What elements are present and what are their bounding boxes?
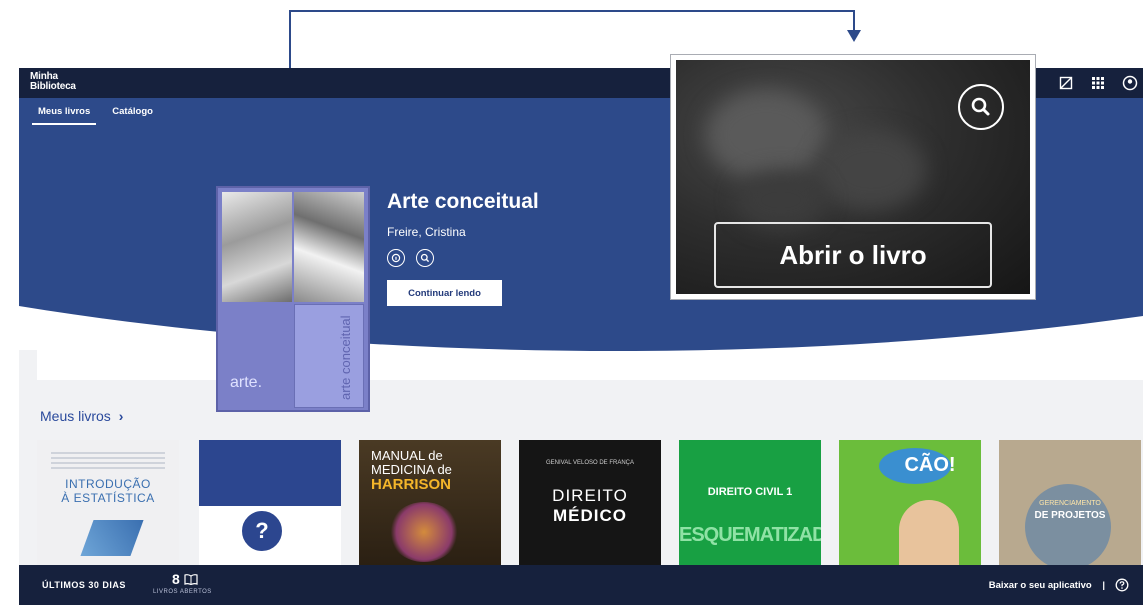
book-thumb-estatistica[interactable]: INTRODUÇÃO À ESTATÍSTICA bbox=[37, 440, 179, 568]
blur-blob bbox=[816, 130, 926, 210]
question-mark-icon: ? bbox=[239, 508, 285, 554]
annotation-arrow-vertical-right bbox=[853, 10, 855, 32]
featured-book-cover[interactable]: arte conceitual arte. bbox=[216, 186, 370, 412]
search-icon bbox=[420, 253, 430, 263]
download-app-link[interactable]: Baixar o seu aplicativo | bbox=[989, 580, 1105, 591]
callout-dark-cover: Abrir o livro bbox=[676, 60, 1030, 294]
thumb-title-line-2: ESQUEMATIZADO bbox=[679, 524, 821, 546]
thumb-placeholder-band bbox=[199, 440, 341, 506]
continue-reading-button[interactable]: Continuar lendo bbox=[387, 280, 502, 306]
book-thumb-harrison[interactable]: MANUAL de MEDICINA de HARRISON bbox=[359, 440, 501, 568]
zoom-callout: Abrir o livro bbox=[670, 54, 1036, 300]
thumb-title-line-1: DIREITO CIVIL 1 bbox=[707, 486, 793, 498]
app-logo[interactable]: Minha Biblioteca bbox=[30, 72, 76, 92]
books-opened-label: LIVROS ABERTOS bbox=[153, 589, 212, 595]
period-label: ÚLTIMOS 30 DIAS bbox=[42, 580, 126, 590]
blur-blob bbox=[706, 90, 826, 180]
help-icon[interactable] bbox=[1115, 578, 1129, 592]
thumb-title-line-2: À ESTATÍSTICA bbox=[61, 491, 155, 505]
thumb-title-line-2: MEDICINA de bbox=[371, 462, 452, 477]
book-thumb-direito-civil[interactable]: DIREITO CIVIL 1 ESQUEMATIZADO bbox=[679, 440, 821, 568]
book-thumb-cao[interactable]: CÃO! bbox=[839, 440, 981, 568]
cover-spine-text: arte conceitual bbox=[338, 315, 353, 400]
featured-book-author: Freire, Cristina bbox=[387, 225, 466, 239]
thumb-title-line-1: GERENCIAMENTO bbox=[1039, 500, 1101, 507]
thumb-title-line-1: CÃO! bbox=[904, 454, 956, 476]
cover-photo-right bbox=[294, 192, 364, 302]
thumb-title-line-2: MÉDICO bbox=[553, 506, 627, 525]
book-thumb-direito-medico[interactable]: GENIVAL VELOSO DE FRANÇA DIREITO MÉDICO bbox=[519, 440, 661, 568]
book-thumb-unknown[interactable]: ? bbox=[199, 440, 341, 568]
download-app-text: Baixar o seu aplicativo bbox=[988, 580, 1092, 591]
logo-line-2: Biblioteca bbox=[30, 81, 76, 92]
thumb-virus-graphic bbox=[389, 502, 459, 562]
books-opened-count: 8 bbox=[172, 571, 198, 587]
apps-grid-icon[interactable] bbox=[1089, 74, 1107, 92]
zoom-search-button[interactable] bbox=[958, 84, 1004, 130]
thumb-title-line-3: HARRISON bbox=[371, 476, 452, 493]
cover-logo-text: arte. bbox=[230, 374, 263, 391]
search-icon bbox=[971, 97, 990, 116]
accessibility-icon[interactable] bbox=[1057, 74, 1075, 92]
open-book-icon bbox=[184, 574, 198, 586]
blur-blob bbox=[736, 170, 826, 230]
tab-meus-livros[interactable]: Meus livros bbox=[32, 101, 97, 125]
user-account-icon[interactable] bbox=[1121, 74, 1139, 92]
thumb-author-strip: GENIVAL VELOSO DE FRANÇA bbox=[545, 460, 635, 466]
separator: | bbox=[1102, 580, 1105, 591]
annotation-arrow-head bbox=[847, 30, 861, 42]
thumb-title-line-2: DE PROJETOS bbox=[1034, 510, 1106, 521]
my-books-heading[interactable]: Meus livros › bbox=[40, 408, 123, 424]
thumb-small-print bbox=[51, 452, 165, 470]
search-button[interactable] bbox=[416, 249, 434, 267]
thumb-chart-graphic bbox=[80, 520, 144, 556]
bottom-bar: ÚLTIMOS 30 DIAS 8 LIVROS ABERTOS Baixar … bbox=[19, 565, 1143, 605]
info-icon bbox=[391, 253, 401, 263]
screenshot-stage: Minha Biblioteca Meus livros Catálogo ar… bbox=[0, 0, 1143, 605]
cover-spine-panel bbox=[294, 304, 364, 408]
main-tabs: Meus livros Catálogo bbox=[32, 101, 159, 125]
cover-photo-left bbox=[222, 192, 292, 302]
chevron-right-icon: › bbox=[118, 408, 124, 424]
annotation-arrow-horizontal bbox=[289, 10, 855, 12]
my-books-heading-text: Meus livros bbox=[40, 408, 111, 424]
tab-catalogo[interactable]: Catálogo bbox=[106, 101, 159, 125]
book-thumb-projetos[interactable]: GERENCIAMENTO DE PROJETOS bbox=[999, 440, 1141, 568]
featured-book-title: Arte conceitual bbox=[387, 190, 539, 213]
thumb-title-line-1: INTRODUÇÃO bbox=[65, 477, 151, 491]
thumb-title-line-1: MANUAL de bbox=[371, 448, 443, 463]
thumb-title-line-1: DIREITO bbox=[552, 486, 628, 505]
info-button[interactable] bbox=[387, 249, 405, 267]
books-count-value: 8 bbox=[172, 571, 180, 587]
open-book-button[interactable]: Abrir o livro bbox=[714, 222, 992, 288]
top-icons bbox=[1057, 74, 1139, 92]
thumb-child-graphic bbox=[899, 500, 959, 568]
thumb-circle-graphic bbox=[1025, 484, 1111, 568]
